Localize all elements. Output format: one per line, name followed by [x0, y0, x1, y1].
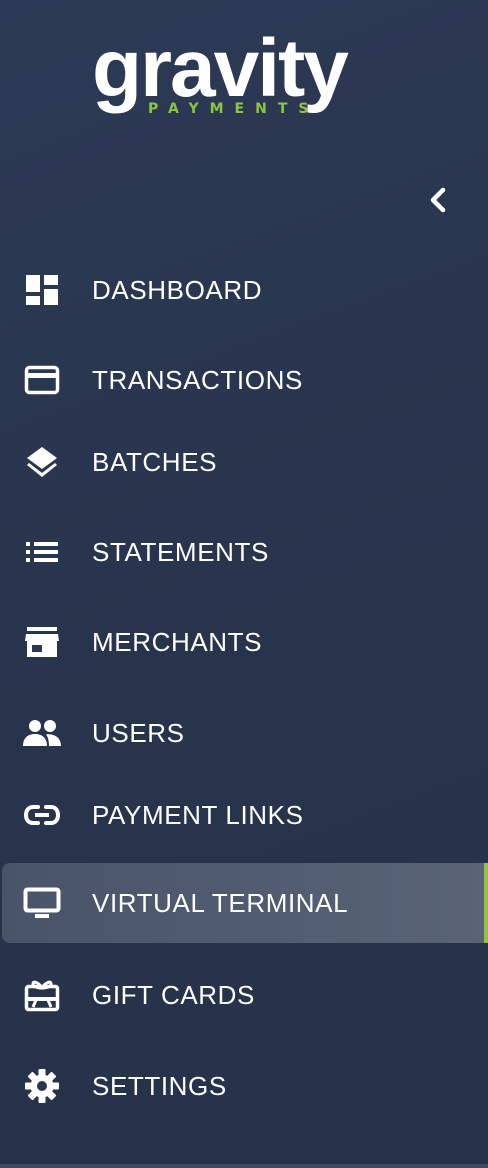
sidebar-item-label: VIRTUAL TERMINAL [92, 887, 349, 918]
sidebar-item-batches[interactable]: BATCHES [2, 422, 486, 502]
list-icon [22, 532, 62, 572]
gift-card-icon [22, 975, 62, 1015]
sidebar-item-statements[interactable]: STATEMENTS [2, 512, 486, 592]
sidebar-item-label: STATEMENTS [92, 536, 269, 567]
credit-card-icon [22, 360, 62, 400]
sidebar-item-transactions[interactable]: TRANSACTIONS [2, 340, 486, 420]
collapse-sidebar-button[interactable] [422, 186, 454, 218]
sidebar-item-label: MERCHANTS [92, 626, 263, 657]
sidebar-item-label: SETTINGS [92, 1070, 227, 1101]
sidebar-item-settings[interactable]: SETTINGS [2, 1046, 486, 1126]
sidebar-item-label: USERS [92, 717, 185, 748]
sidebar-bottom-divider [0, 1164, 488, 1168]
sidebar-item-label: PAYMENT LINKS [92, 799, 304, 830]
sidebar-item-dashboard[interactable]: DASHBOARD [2, 250, 486, 330]
link-icon [22, 795, 62, 835]
dashboard-icon [22, 270, 62, 310]
sidebar-item-label: BATCHES [92, 446, 218, 477]
sidebar-item-label: GIFT CARDS [92, 979, 255, 1010]
sidebar-item-gift-cards[interactable]: GIFT CARDS [2, 955, 486, 1035]
gear-icon [22, 1066, 62, 1106]
people-icon [22, 713, 62, 753]
monitor-icon [22, 883, 62, 923]
sidebar-item-users[interactable]: USERS [2, 693, 486, 773]
sidebar: gravity PAYMENTS DASHBOARD TRANSACTIONS … [0, 0, 488, 1168]
gravity-payments-logo[interactable]: gravity PAYMENTS [92, 28, 362, 124]
storefront-icon [22, 622, 62, 662]
sidebar-item-merchants[interactable]: MERCHANTS [2, 602, 486, 682]
sidebar-item-payment-links[interactable]: PAYMENT LINKS [2, 775, 486, 855]
chevron-left-icon [428, 187, 448, 218]
sidebar-item-label: DASHBOARD [92, 274, 263, 305]
sidebar-item-label: TRANSACTIONS [92, 364, 303, 395]
logo-wordmark: gravity [92, 23, 349, 114]
logo-tagline: PAYMENTS [148, 101, 320, 117]
layers-icon [22, 442, 62, 482]
sidebar-item-virtual-terminal[interactable]: VIRTUAL TERMINAL [2, 863, 488, 943]
